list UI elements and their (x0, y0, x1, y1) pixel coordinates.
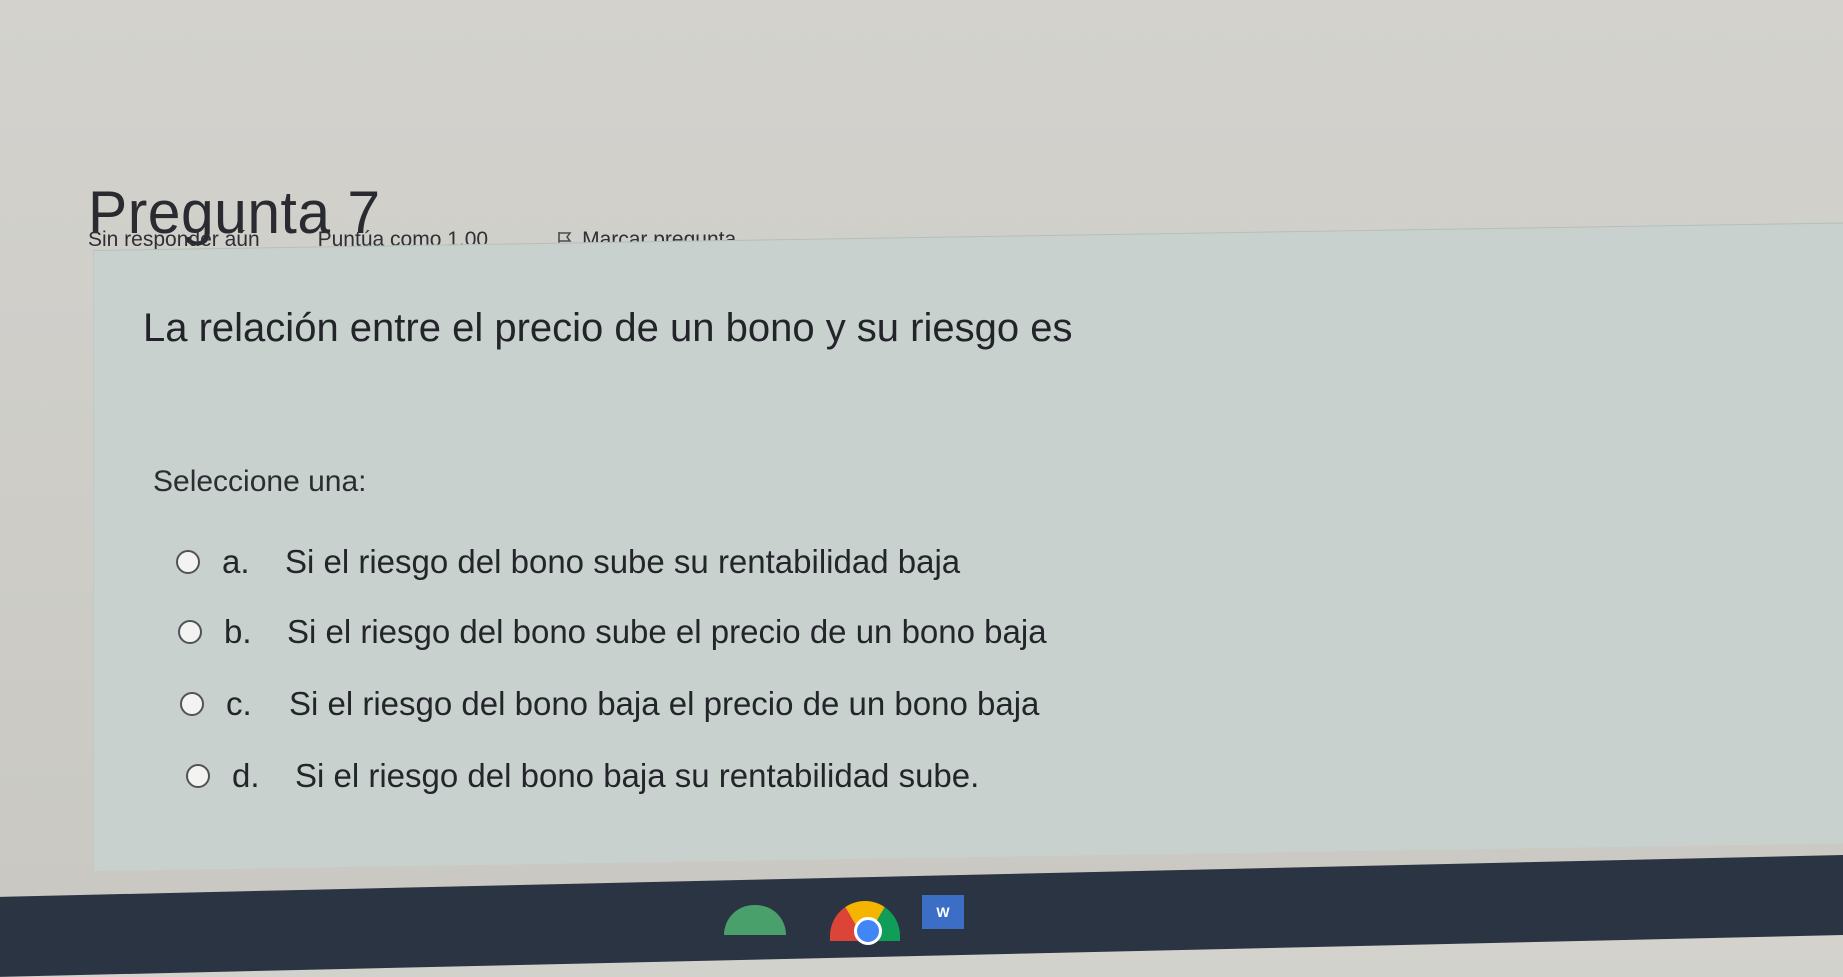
answer-a-letter: a. (222, 543, 250, 580)
answer-a-radio[interactable] (176, 550, 200, 574)
answer-list: a. Si el riesgo del bono sube su rentabi… (176, 525, 1047, 821)
answer-b-text[interactable]: Si el riesgo del bono sube el precio de … (287, 613, 1047, 651)
taskbar-icons: W (0, 895, 1843, 945)
answer-b-letter: b. (224, 613, 252, 650)
answer-prompt: Seleccione una: (153, 465, 367, 498)
answer-d-radio[interactable] (186, 764, 210, 788)
answer-c-letter: c. (226, 685, 252, 722)
answer-c-radio[interactable] (180, 692, 204, 716)
word-icon[interactable]: W (922, 895, 964, 929)
answer-b-radio[interactable] (178, 620, 202, 644)
answer-option-b[interactable]: b. Si el riesgo del bono sube el precio … (178, 595, 1047, 669)
answer-a-text[interactable]: Si el riesgo del bono sube su rentabilid… (285, 543, 960, 581)
question-text: La relación entre el precio de un bono y… (143, 306, 1073, 350)
answer-d-text[interactable]: Si el riesgo del bono baja su rentabilid… (295, 757, 979, 795)
chrome-icon[interactable] (830, 901, 900, 945)
answer-d-letter: d. (232, 757, 260, 794)
answer-option-c[interactable]: c. Si el riesgo del bono baja el precio … (180, 667, 1049, 741)
app-icon[interactable] (724, 905, 786, 935)
answer-c-text[interactable]: Si el riesgo del bono baja el precio de … (289, 685, 1039, 723)
answer-option-a[interactable]: a. Si el riesgo del bono sube su rentabi… (176, 525, 1045, 599)
answer-option-d[interactable]: d. Si el riesgo del bono baja su rentabi… (186, 739, 1055, 813)
